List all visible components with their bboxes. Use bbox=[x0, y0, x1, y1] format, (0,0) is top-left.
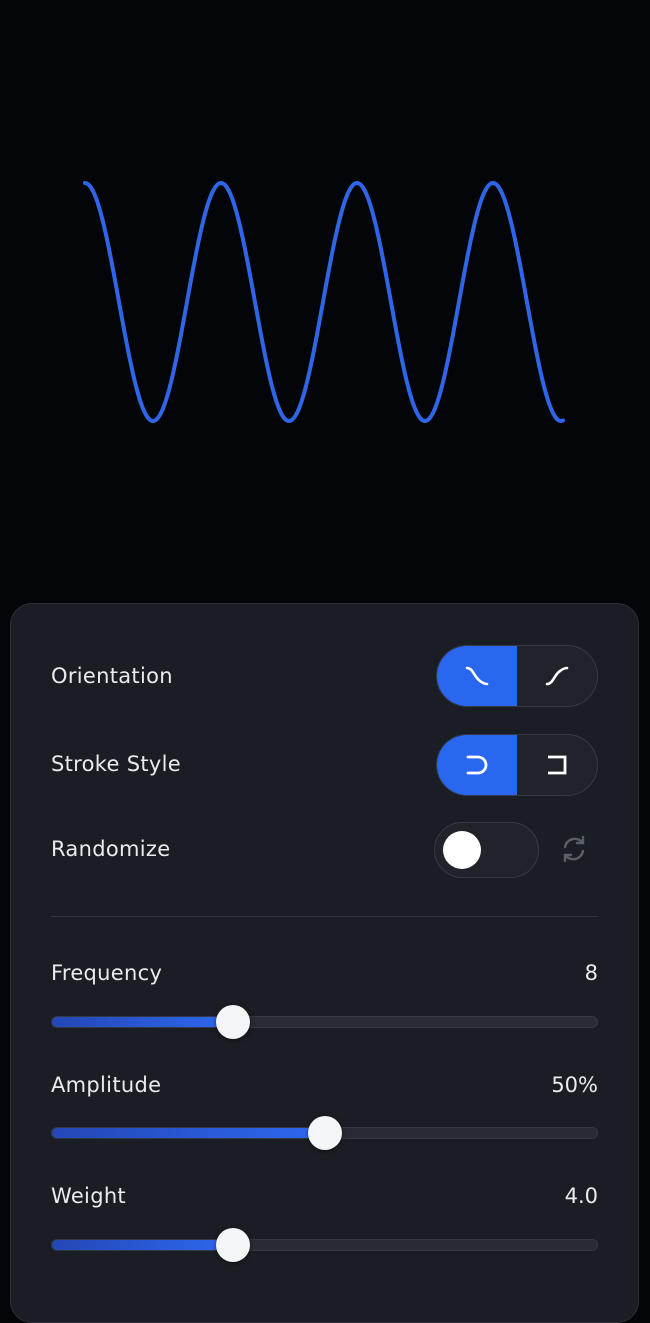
stroke-style-label: Stroke Style bbox=[51, 752, 181, 776]
frequency-slider-fill bbox=[52, 1017, 234, 1027]
amplitude-slider-thumb[interactable] bbox=[307, 1116, 342, 1150]
weight-label: Weight bbox=[51, 1184, 126, 1208]
randomize-switch-knob bbox=[443, 831, 481, 869]
amplitude-label: Amplitude bbox=[51, 1073, 162, 1097]
square-cap-icon bbox=[548, 755, 567, 775]
stroke-style-toggle bbox=[436, 734, 598, 796]
round-cap-icon bbox=[466, 755, 488, 775]
stroke-style-option-round[interactable] bbox=[437, 735, 517, 795]
orientation-label: Orientation bbox=[51, 664, 173, 688]
stroke-style-option-square[interactable] bbox=[517, 735, 597, 795]
wave-preview bbox=[83, 181, 565, 423]
rising-curve-icon bbox=[545, 666, 569, 686]
refresh-icon bbox=[563, 835, 585, 863]
orientation-option-falling[interactable] bbox=[437, 646, 517, 706]
amplitude-slider[interactable] bbox=[51, 1116, 598, 1150]
orientation-option-rising[interactable] bbox=[517, 646, 597, 706]
frequency-slider-thumb[interactable] bbox=[216, 1005, 251, 1039]
falling-curve-icon bbox=[465, 666, 489, 686]
controls-panel: Orientation Stroke Style Randomize Frequ… bbox=[10, 603, 639, 1323]
weight-slider-fill bbox=[52, 1240, 234, 1250]
randomize-label: Randomize bbox=[51, 837, 171, 861]
amplitude-value: 50% bbox=[551, 1073, 598, 1097]
section-divider bbox=[51, 916, 598, 917]
weight-slider-thumb[interactable] bbox=[216, 1228, 251, 1262]
orientation-toggle bbox=[436, 645, 598, 707]
randomize-switch[interactable] bbox=[434, 822, 539, 878]
weight-value: 4.0 bbox=[564, 1184, 598, 1208]
frequency-slider[interactable] bbox=[51, 1005, 598, 1039]
amplitude-slider-fill bbox=[52, 1128, 325, 1138]
frequency-value: 8 bbox=[584, 961, 598, 985]
weight-slider[interactable] bbox=[51, 1228, 598, 1262]
wave-line bbox=[83, 181, 565, 423]
frequency-label: Frequency bbox=[51, 961, 163, 985]
wave-canvas bbox=[0, 0, 650, 600]
refresh-button[interactable] bbox=[556, 831, 592, 867]
